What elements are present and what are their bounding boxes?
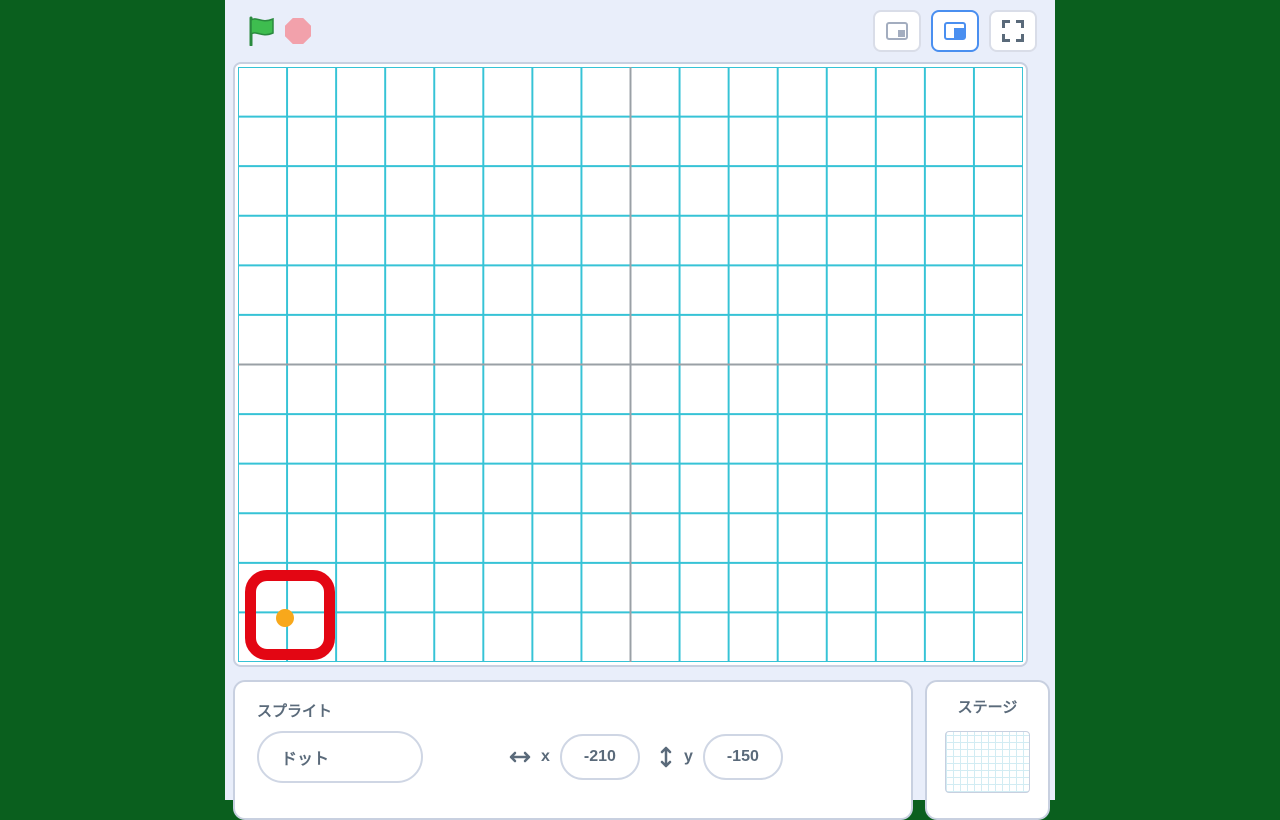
sprite-info-panel: スプライト ドット x -210 y -150 xyxy=(233,680,913,820)
stage-thumbnail[interactable] xyxy=(945,731,1030,793)
x-label: x xyxy=(541,748,550,766)
x-coord-group: x -210 xyxy=(509,734,640,780)
green-flag-icon[interactable] xyxy=(247,16,275,46)
sprite-heading: スプライト xyxy=(257,700,889,721)
x-input[interactable]: -210 xyxy=(560,734,640,780)
vertical-arrows-icon xyxy=(658,746,674,768)
view-mode-group xyxy=(873,10,1037,52)
run-controls xyxy=(247,16,311,46)
y-coord-group: y -150 xyxy=(658,734,783,780)
stage-canvas xyxy=(238,67,1023,662)
stop-icon[interactable] xyxy=(285,18,311,44)
view-large-button[interactable] xyxy=(931,10,979,52)
view-small-button[interactable] xyxy=(873,10,921,52)
app-root: スプライト ドット x -210 y -150 ステージ xyxy=(225,0,1055,800)
horizontal-arrows-icon xyxy=(509,749,531,765)
y-label: y xyxy=(684,748,693,766)
sprite-name-input[interactable]: ドット xyxy=(257,731,423,783)
stage-toolbar xyxy=(225,0,1055,62)
stage-select-panel: ステージ xyxy=(925,680,1050,820)
stage[interactable] xyxy=(233,62,1028,667)
annotation-highlight xyxy=(245,570,335,660)
sprite-info-row: ドット x -210 y -150 xyxy=(257,731,889,783)
fullscreen-icon xyxy=(1002,20,1024,42)
stage-heading: ステージ xyxy=(937,696,1038,717)
y-input[interactable]: -150 xyxy=(703,734,783,780)
fullscreen-button[interactable] xyxy=(989,10,1037,52)
